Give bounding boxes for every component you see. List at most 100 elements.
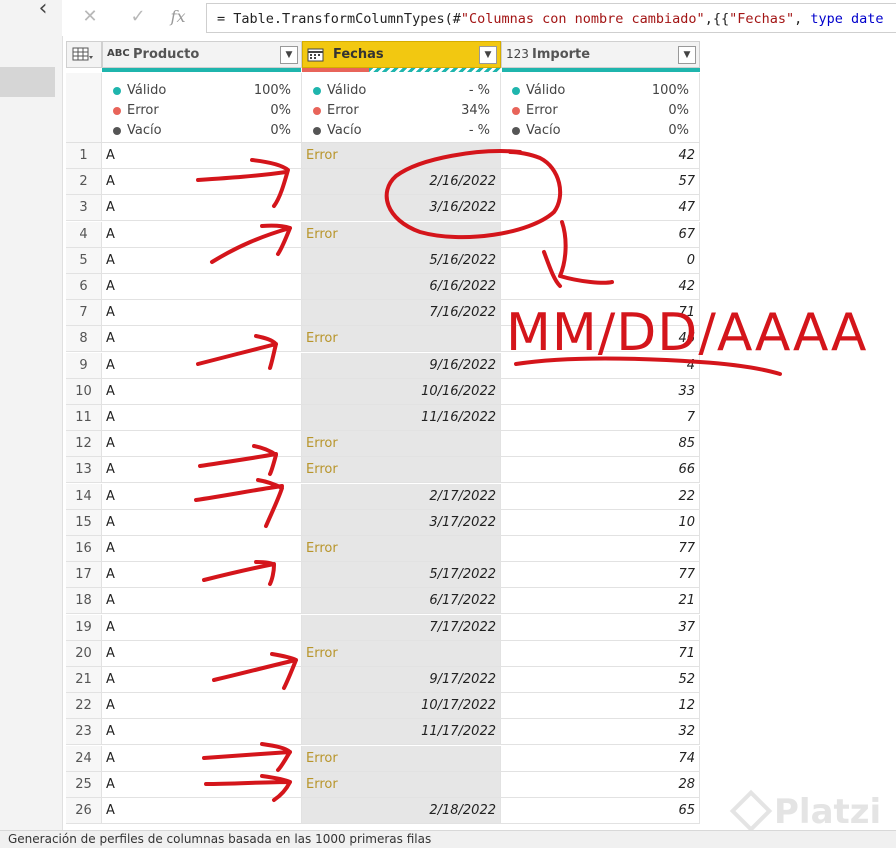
text-type-icon[interactable]: ABC: [107, 48, 130, 59]
check-icon[interactable]: ✓: [124, 5, 152, 29]
selected-query-item[interactable]: [0, 67, 55, 97]
cell-importe[interactable]: 74: [501, 745, 700, 771]
row-number[interactable]: 4: [66, 221, 102, 247]
calendar-icon[interactable]: [307, 47, 325, 63]
close-icon[interactable]: ✕: [76, 5, 104, 29]
table-menu-button[interactable]: [66, 41, 102, 68]
cell-producto[interactable]: A: [102, 483, 302, 509]
row-number[interactable]: 23: [66, 719, 102, 745]
cell-producto[interactable]: A: [102, 169, 302, 195]
row-number[interactable]: 18: [66, 588, 102, 614]
cell-producto[interactable]: A: [102, 771, 302, 797]
cell-fechas[interactable]: 11/16/2022: [302, 405, 501, 430]
cell-producto[interactable]: A: [102, 614, 302, 640]
cell-fechas[interactable]: 7/16/2022: [302, 300, 501, 326]
cell-fechas[interactable]: 6/17/2022: [302, 588, 501, 614]
cell-producto[interactable]: A: [102, 798, 302, 823]
cell-importe[interactable]: 10: [501, 509, 700, 535]
row-number[interactable]: 1: [66, 143, 102, 168]
row-number[interactable]: 3: [66, 195, 102, 221]
row-number[interactable]: 7: [66, 300, 102, 326]
cell-fechas-error[interactable]: Error: [302, 457, 501, 483]
cell-importe[interactable]: 21: [501, 588, 700, 614]
fx-button[interactable]: fx: [164, 5, 192, 29]
cell-producto[interactable]: A: [102, 274, 302, 299]
table-row[interactable]: 22 A 10/17/2022 12: [66, 693, 700, 720]
row-number[interactable]: 10: [66, 378, 102, 404]
row-number[interactable]: 15: [66, 509, 102, 535]
row-number[interactable]: 14: [66, 483, 102, 509]
cell-fechas-error[interactable]: Error: [302, 221, 501, 247]
table-row[interactable]: 3 A 3/16/2022 47: [66, 195, 700, 222]
table-row[interactable]: 23 A 11/17/2022 32: [66, 719, 700, 746]
row-number[interactable]: 24: [66, 745, 102, 771]
cell-importe[interactable]: 32: [501, 719, 700, 745]
row-number[interactable]: 11: [66, 405, 102, 430]
cell-fechas-error[interactable]: Error: [302, 326, 501, 352]
cell-producto[interactable]: A: [102, 745, 302, 771]
row-number[interactable]: 6: [66, 274, 102, 299]
cell-importe[interactable]: 22: [501, 483, 700, 509]
cell-producto[interactable]: A: [102, 326, 302, 352]
formula-input[interactable]: = Table.TransformColumnTypes(#"Columnas …: [206, 3, 896, 33]
cell-fechas[interactable]: 11/17/2022: [302, 719, 501, 745]
cell-fechas-error[interactable]: Error: [302, 640, 501, 666]
cell-importe[interactable]: 65: [501, 798, 700, 823]
table-row[interactable]: 13 A Error 66: [66, 457, 700, 484]
cell-fechas[interactable]: 3/16/2022: [302, 195, 501, 221]
cell-fechas-error[interactable]: Error: [302, 745, 501, 771]
table-row[interactable]: 11 A 11/16/2022 7: [66, 405, 700, 431]
table-row[interactable]: 6 A 6/16/2022 42: [66, 274, 700, 300]
row-number[interactable]: 5: [66, 247, 102, 273]
cell-importe[interactable]: 85: [501, 431, 700, 457]
cell-importe[interactable]: 42: [501, 274, 700, 299]
row-number[interactable]: 26: [66, 798, 102, 823]
cell-producto[interactable]: A: [102, 562, 302, 588]
table-row[interactable]: 15 A 3/17/2022 10: [66, 509, 700, 536]
filter-dropdown-button[interactable]: ▼: [280, 46, 298, 64]
cell-producto[interactable]: A: [102, 143, 302, 168]
row-number[interactable]: 21: [66, 667, 102, 692]
cell-importe[interactable]: 42: [501, 143, 700, 168]
cell-producto[interactable]: A: [102, 509, 302, 535]
row-number[interactable]: 12: [66, 431, 102, 457]
cell-producto[interactable]: A: [102, 667, 302, 692]
cell-producto[interactable]: A: [102, 719, 302, 745]
table-row[interactable]: 2 A 2/16/2022 57: [66, 169, 700, 196]
table-row[interactable]: 1 A Error 42: [66, 143, 700, 169]
cell-fechas-error[interactable]: Error: [302, 143, 501, 168]
cell-producto[interactable]: A: [102, 457, 302, 483]
cell-importe[interactable]: 7: [501, 405, 700, 430]
cell-fechas[interactable]: 10/17/2022: [302, 693, 501, 719]
cell-fechas[interactable]: 9/16/2022: [302, 352, 501, 378]
cell-fechas[interactable]: 7/17/2022: [302, 614, 501, 640]
table-row[interactable]: 25 A Error 28: [66, 771, 700, 798]
row-number[interactable]: 17: [66, 562, 102, 588]
table-row[interactable]: 16 A Error 77: [66, 536, 700, 562]
table-row[interactable]: 26 A 2/18/2022 65: [66, 798, 700, 824]
cell-producto[interactable]: A: [102, 195, 302, 221]
column-header-importe[interactable]: 123 Importe ▼: [501, 41, 700, 68]
cell-fechas-error[interactable]: Error: [302, 536, 501, 561]
cell-importe[interactable]: 67: [501, 221, 700, 247]
row-number[interactable]: 9: [66, 352, 102, 378]
cell-producto[interactable]: A: [102, 431, 302, 457]
row-number[interactable]: 8: [66, 326, 102, 352]
cell-producto[interactable]: A: [102, 536, 302, 561]
cell-fechas[interactable]: 2/17/2022: [302, 483, 501, 509]
cell-producto[interactable]: A: [102, 352, 302, 378]
cell-importe[interactable]: 66: [501, 457, 700, 483]
cell-importe[interactable]: 37: [501, 614, 700, 640]
cell-importe[interactable]: 0: [501, 247, 700, 273]
table-row[interactable]: 17 A 5/17/2022 77: [66, 562, 700, 589]
row-number[interactable]: 2: [66, 169, 102, 195]
cell-producto[interactable]: A: [102, 247, 302, 273]
cell-importe[interactable]: 52: [501, 667, 700, 692]
column-header-producto[interactable]: ABC Producto ▼: [102, 41, 302, 68]
row-number[interactable]: 16: [66, 536, 102, 561]
cell-producto[interactable]: A: [102, 378, 302, 404]
number-type-icon[interactable]: 123: [506, 47, 529, 61]
row-number[interactable]: 19: [66, 614, 102, 640]
cell-fechas[interactable]: 6/16/2022: [302, 274, 501, 299]
cell-fechas[interactable]: 9/17/2022: [302, 667, 501, 692]
